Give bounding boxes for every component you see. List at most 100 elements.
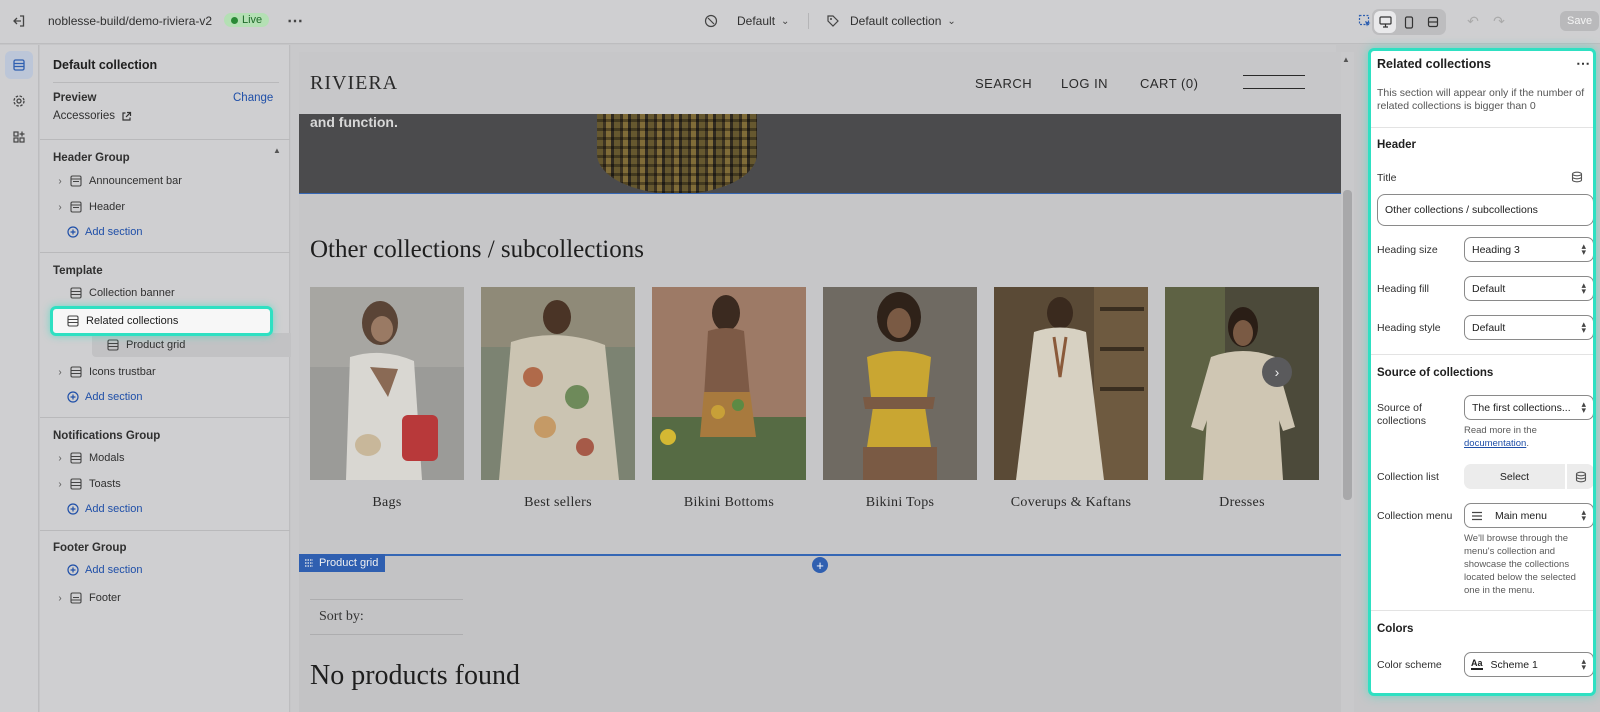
template-select-label: Default collection <box>850 14 942 28</box>
nav-search[interactable]: SEARCH <box>975 76 1032 91</box>
heading-style-select[interactable]: Default ▴ ▾ <box>1464 315 1593 340</box>
sidebar-item-footer[interactable]: › Footer <box>53 586 279 610</box>
add-section-button[interactable]: Add section <box>67 226 142 238</box>
undo-icon[interactable]: ↶ <box>1460 8 1486 34</box>
divider <box>40 139 290 140</box>
collection-card[interactable]: Bags <box>310 287 464 511</box>
nav-log-in[interactable]: LOG IN <box>1061 76 1108 91</box>
heading-style-value: Default <box>1472 321 1506 334</box>
desktop-icon[interactable] <box>1374 11 1396 33</box>
select-arrows-icon: ▴ ▾ <box>1581 280 1586 296</box>
redo-icon[interactable]: ↷ <box>1486 8 1512 34</box>
dynamic-source-icon[interactable] <box>1571 171 1583 186</box>
sidebar-title: Default collection <box>53 58 158 72</box>
change-preview-link[interactable]: Change <box>233 92 273 104</box>
collection-image <box>481 287 635 480</box>
sort-by-control[interactable]: Sort by: <box>310 599 463 635</box>
chevron-down-icon: ⌄ <box>947 15 956 27</box>
select-collections-button[interactable]: Select <box>1464 464 1565 489</box>
select-arrows-icon: ▴ ▾ <box>1581 399 1586 415</box>
template-group-title: Template <box>53 265 103 277</box>
source-select[interactable]: The first collections... ▴ ▾ <box>1464 395 1593 420</box>
divider <box>1371 127 1593 128</box>
exit-icon[interactable] <box>6 8 32 34</box>
sidebar-item-related-collections[interactable]: Related collections <box>50 306 273 336</box>
heading-fill-select[interactable]: Default ▴ ▾ <box>1464 276 1593 301</box>
no-products-heading: No products found <box>310 660 520 691</box>
template-selector[interactable]: Default collection ⌄ <box>826 8 956 34</box>
scrollbar-thumb[interactable] <box>1343 190 1352 500</box>
divider <box>40 417 290 418</box>
add-section-button[interactable]: Add section <box>67 391 142 403</box>
collection-menu-select[interactable]: Main menu ▴ ▾ <box>1464 503 1593 528</box>
related-collections-section[interactable]: Other collections / subcollections Bags … <box>299 193 1341 556</box>
header-group-title: Header Group <box>53 152 130 164</box>
header-heading: Header <box>1377 139 1416 151</box>
collapse-icon[interactable]: ▲ <box>273 146 281 155</box>
collection-card[interactable]: Bikini Tops <box>823 287 977 511</box>
chevron-right-icon[interactable]: › <box>53 479 67 490</box>
save-button[interactable]: Save <box>1560 11 1600 31</box>
chevron-right-icon[interactable]: › <box>53 202 67 213</box>
menu-icon <box>1472 511 1482 520</box>
sidebar-item-announcement-bar[interactable]: › Announcement bar <box>53 169 279 193</box>
sidebar-item-toasts[interactable]: › Toasts <box>53 472 279 496</box>
collection-card[interactable]: Dresses <box>1165 287 1319 511</box>
preview-value[interactable]: Accessories <box>53 110 132 122</box>
mobile-icon[interactable] <box>1398 11 1420 33</box>
fullscreen-icon[interactable] <box>1422 11 1444 33</box>
store-logo[interactable]: RIVIERA <box>310 72 398 95</box>
chevron-right-icon[interactable]: › <box>53 176 67 187</box>
more-options-icon[interactable]: ⋯ <box>1576 55 1590 72</box>
dynamic-source-icon[interactable] <box>1567 464 1593 489</box>
product-grid-tag-label: Product grid <box>319 557 379 569</box>
collection-menu-label: Collection menu <box>1377 510 1453 522</box>
gear-icon[interactable] <box>5 87 33 115</box>
heading-size-select[interactable]: Heading 3 ▴ ▾ <box>1464 237 1593 262</box>
divider <box>53 82 279 83</box>
documentation-link[interactable]: documentation <box>1464 438 1526 449</box>
sidebar-item-label: Product grid <box>126 339 186 351</box>
live-dot-icon <box>231 16 238 24</box>
color-scheme-select[interactable]: Aa Scheme 1 ▴ ▾ <box>1464 652 1593 677</box>
sidebar-item-product-grid[interactable]: Product grid <box>92 333 311 357</box>
product-grid-section[interactable]: Sort by: No products found <box>299 554 1341 712</box>
divider <box>1371 610 1593 611</box>
sidebar-item-label: Announcement bar <box>89 175 182 187</box>
collection-card[interactable]: Coverups & Kaftans <box>994 287 1148 511</box>
sidebar-item-icons-trustbar[interactable]: › Icons trustbar <box>53 360 279 384</box>
sidebar-item-modals[interactable]: › Modals <box>53 446 279 470</box>
globe-icon <box>704 14 718 28</box>
section-icon <box>70 592 82 604</box>
sidebar-item-header[interactable]: › Header <box>53 195 279 219</box>
more-options-icon[interactable]: ⋯ <box>282 8 308 34</box>
storefront-preview: RIVIERA SEARCH LOG IN CART (0) and funct… <box>299 52 1341 712</box>
divider <box>40 252 290 253</box>
sections-icon[interactable] <box>5 51 33 79</box>
insert-section-button[interactable]: + <box>812 557 828 573</box>
collection-title: Coverups & Kaftans <box>1010 495 1132 510</box>
chevron-right-icon[interactable]: › <box>53 593 67 604</box>
menu-icon[interactable] <box>1243 75 1305 89</box>
product-grid-tag[interactable]: Product grid <box>299 554 386 572</box>
chevron-right-icon[interactable]: › <box>53 453 67 464</box>
sidebar-item-label: Header <box>89 201 126 213</box>
divider <box>1371 354 1593 355</box>
apps-icon[interactable] <box>5 123 33 151</box>
title-input[interactable]: Other collections / subcollections <box>1377 194 1593 226</box>
nav-cart[interactable]: CART (0) <box>1140 76 1198 91</box>
source-heading: Source of collections <box>1377 367 1494 379</box>
theme-selector[interactable]: Default ⌄ <box>704 8 789 34</box>
section-settings-panel: Related collections ⋯ This section will … <box>1368 48 1596 696</box>
source-label: Source of collections <box>1377 402 1427 427</box>
sidebar-item-collection-banner[interactable]: Collection banner <box>53 281 279 305</box>
collection-card[interactable]: Best sellers <box>481 287 635 511</box>
chevron-right-icon[interactable]: › <box>53 367 67 378</box>
collection-card[interactable]: Bikini Bottoms <box>652 287 806 511</box>
add-section-button[interactable]: Add section <box>67 503 142 515</box>
carousel-next-button[interactable]: › <box>1262 357 1292 387</box>
section-icon <box>70 452 82 464</box>
scroll-up-icon[interactable]: ▲ <box>1342 55 1350 64</box>
sidebar-item-label: Icons trustbar <box>89 366 156 378</box>
add-section-button[interactable]: Add section <box>67 564 142 576</box>
